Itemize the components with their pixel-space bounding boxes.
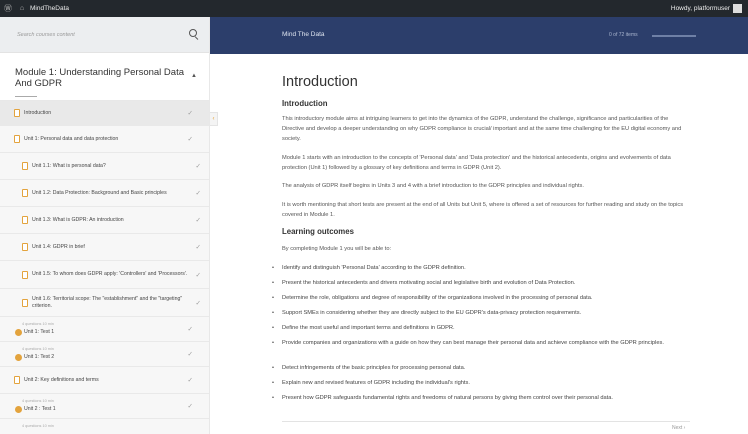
document-icon xyxy=(14,109,20,117)
course-search[interactable]: Search courses content xyxy=(0,17,209,53)
document-icon xyxy=(22,270,28,279)
quiz-label-wrap: Unit 2 : Test 1 xyxy=(15,406,56,413)
site-name-link[interactable]: MindTheData xyxy=(30,5,69,12)
lesson-item[interactable]: Unit 1.3: What is GDPR: An introduction ✓ xyxy=(0,207,209,234)
check-icon: ✓ xyxy=(195,217,201,224)
page-title: Introduction xyxy=(282,74,358,90)
lesson-label: Unit 1.4: GDPR in brief xyxy=(32,243,85,250)
quiz-label-wrap: Unit 1: Test 1 xyxy=(15,329,54,336)
outcome-item: Support SMEs in considering whether they… xyxy=(272,308,690,318)
home-icon[interactable]: ⌂ xyxy=(16,5,28,12)
course-sidebar: Search courses content Module 1: Underst… xyxy=(0,17,210,434)
outcome-item: Explain new and revised features of GDPR… xyxy=(272,378,690,388)
document-icon xyxy=(22,189,28,197)
outcome-item: Present the historical antecedents and d… xyxy=(272,278,690,288)
check-icon: ✓ xyxy=(195,299,201,307)
quiz-item[interactable]: 4 questions 10 min Unit 2 : Test 1 ✓ xyxy=(0,394,209,419)
quiz-label: Unit 1: Test 1 xyxy=(24,329,55,336)
content-header: Mind The Data 0 of 72 items xyxy=(210,17,748,54)
outcome-item: Detect infringements of the basic princi… xyxy=(272,363,690,373)
quiz-label-wrap: Unit 1: Test 2 xyxy=(15,354,54,361)
quiz-item[interactable]: 4 questions 10 min Unit 1: Test 2 ✓ xyxy=(0,342,209,367)
section-heading: Introduction xyxy=(282,99,328,108)
check-icon: ✓ xyxy=(187,377,193,384)
lesson-label: Unit 2: Key definitions and terms xyxy=(24,376,99,383)
outcome-item: Identify and distinguish 'Personal Data'… xyxy=(272,263,690,273)
quiz-meta: 4 questions 10 min xyxy=(22,399,54,403)
check-icon: ✓ xyxy=(195,190,201,197)
lesson-content: Introduction Introduction This introduct… xyxy=(272,54,692,434)
search-input[interactable]: Search courses content xyxy=(17,32,75,38)
paragraph: Module 1 starts with an introduction to … xyxy=(282,155,671,171)
outcome-item: Determine the role, obligations and degr… xyxy=(272,293,690,303)
quiz-item[interactable]: 4 questions 10 min Unit 1: Test 1 ✓ xyxy=(0,317,209,342)
document-icon xyxy=(22,162,28,170)
quiz-meta: 4 questions 10 min xyxy=(22,322,54,326)
lesson-label: Unit 1.6: Territorial scope: The "establ… xyxy=(32,295,183,309)
outcomes-heading: Learning outcomes xyxy=(282,227,354,236)
progress-count: 0 of 72 items xyxy=(609,32,638,38)
clock-icon xyxy=(15,354,22,361)
document-icon xyxy=(14,135,20,143)
lesson-label: Unit 1.2: Data Protection: Background an… xyxy=(32,189,167,196)
lesson-item[interactable]: Unit 2: Key definitions and terms ✓ xyxy=(0,367,209,394)
search-icon[interactable] xyxy=(189,29,197,37)
check-icon: ✓ xyxy=(195,271,201,279)
outcome-item: Define the most useful and important ter… xyxy=(272,323,690,333)
lesson-item[interactable]: Introduction ✓ xyxy=(0,101,209,126)
lesson-item[interactable]: Unit 1: Personal data and data protectio… xyxy=(0,126,209,153)
check-icon: ✓ xyxy=(187,403,193,410)
user-greeting[interactable]: Howdy, platformuser xyxy=(671,0,730,17)
next-button[interactable]: Next › xyxy=(672,425,685,431)
lesson-item[interactable]: Unit 1.1: What is personal data? ✓ xyxy=(0,153,209,180)
module-title: Module 1: Understanding Personal Data An… xyxy=(15,67,184,89)
collapse-sidebar-button[interactable]: ‹ xyxy=(210,112,218,126)
chevron-left-icon: ‹ xyxy=(212,116,215,122)
paragraph: It is worth mentioning that short tests … xyxy=(282,202,684,218)
clock-icon xyxy=(15,329,22,336)
module-title-underline xyxy=(15,96,37,97)
lesson-label: Unit 1: Personal data and data protectio… xyxy=(24,135,119,142)
content-divider xyxy=(282,421,690,422)
lesson-item[interactable]: Unit 1.6: Territorial scope: The "establ… xyxy=(0,289,209,317)
lesson-label: Introduction xyxy=(24,109,52,116)
document-icon xyxy=(14,376,20,384)
clock-icon xyxy=(15,406,22,413)
outcome-item: Provide companies and organizations with… xyxy=(272,338,690,348)
document-icon xyxy=(22,298,28,307)
paragraph: This introductory module aims at intrigu… xyxy=(282,116,682,142)
lesson-label: Unit 1.3: What is GDPR: An introduction xyxy=(32,216,124,223)
paragraph: The analysis of GDPR itself begins in Un… xyxy=(282,183,584,189)
wordpress-logo-icon[interactable]: Ⓦ xyxy=(0,3,16,14)
check-icon: ✓ xyxy=(187,351,193,358)
lesson-item[interactable]: Unit 1.5: To whom does GDPR apply: 'Cont… xyxy=(0,261,209,289)
caret-up-icon[interactable]: ▲ xyxy=(191,73,197,79)
lesson-item[interactable]: Unit 1.4: GDPR in brief ✓ xyxy=(0,234,209,261)
outcome-item: Present how GDPR safeguards fundamental … xyxy=(272,393,690,403)
admin-bar: Ⓦ ⌂ MindTheData Howdy, platformuser xyxy=(0,0,748,17)
avatar[interactable] xyxy=(733,4,742,13)
module-header[interactable]: Module 1: Understanding Personal Data An… xyxy=(0,53,209,101)
outcomes-intro: By completing Module 1 you will be able … xyxy=(282,246,392,252)
quiz-label: Unit 1: Test 2 xyxy=(24,354,55,361)
lesson-item[interactable]: Unit 1.2: Data Protection: Background an… xyxy=(0,180,209,207)
document-icon xyxy=(22,216,28,224)
check-icon: ✓ xyxy=(195,163,201,170)
lesson-list: Introduction ✓ Unit 1: Personal data and d… xyxy=(0,101,209,434)
quiz-label: Unit 2 : Test 1 xyxy=(24,406,56,413)
quiz-meta: 4 questions 10 min xyxy=(22,347,54,351)
check-icon: ✓ xyxy=(187,326,193,333)
course-title[interactable]: Mind The Data xyxy=(282,31,325,38)
document-icon xyxy=(22,243,28,251)
check-icon: ✓ xyxy=(187,110,193,117)
quiz-meta: 4 questions 10 min xyxy=(22,424,54,428)
progress-bar xyxy=(652,35,696,37)
quiz-item[interactable]: 4 questions 10 min xyxy=(0,419,209,434)
lesson-label: Unit 1.5: To whom does GDPR apply: 'Cont… xyxy=(32,271,188,278)
lesson-label: Unit 1.1: What is personal data? xyxy=(32,162,106,169)
check-icon: ✓ xyxy=(187,136,193,143)
check-icon: ✓ xyxy=(195,244,201,251)
